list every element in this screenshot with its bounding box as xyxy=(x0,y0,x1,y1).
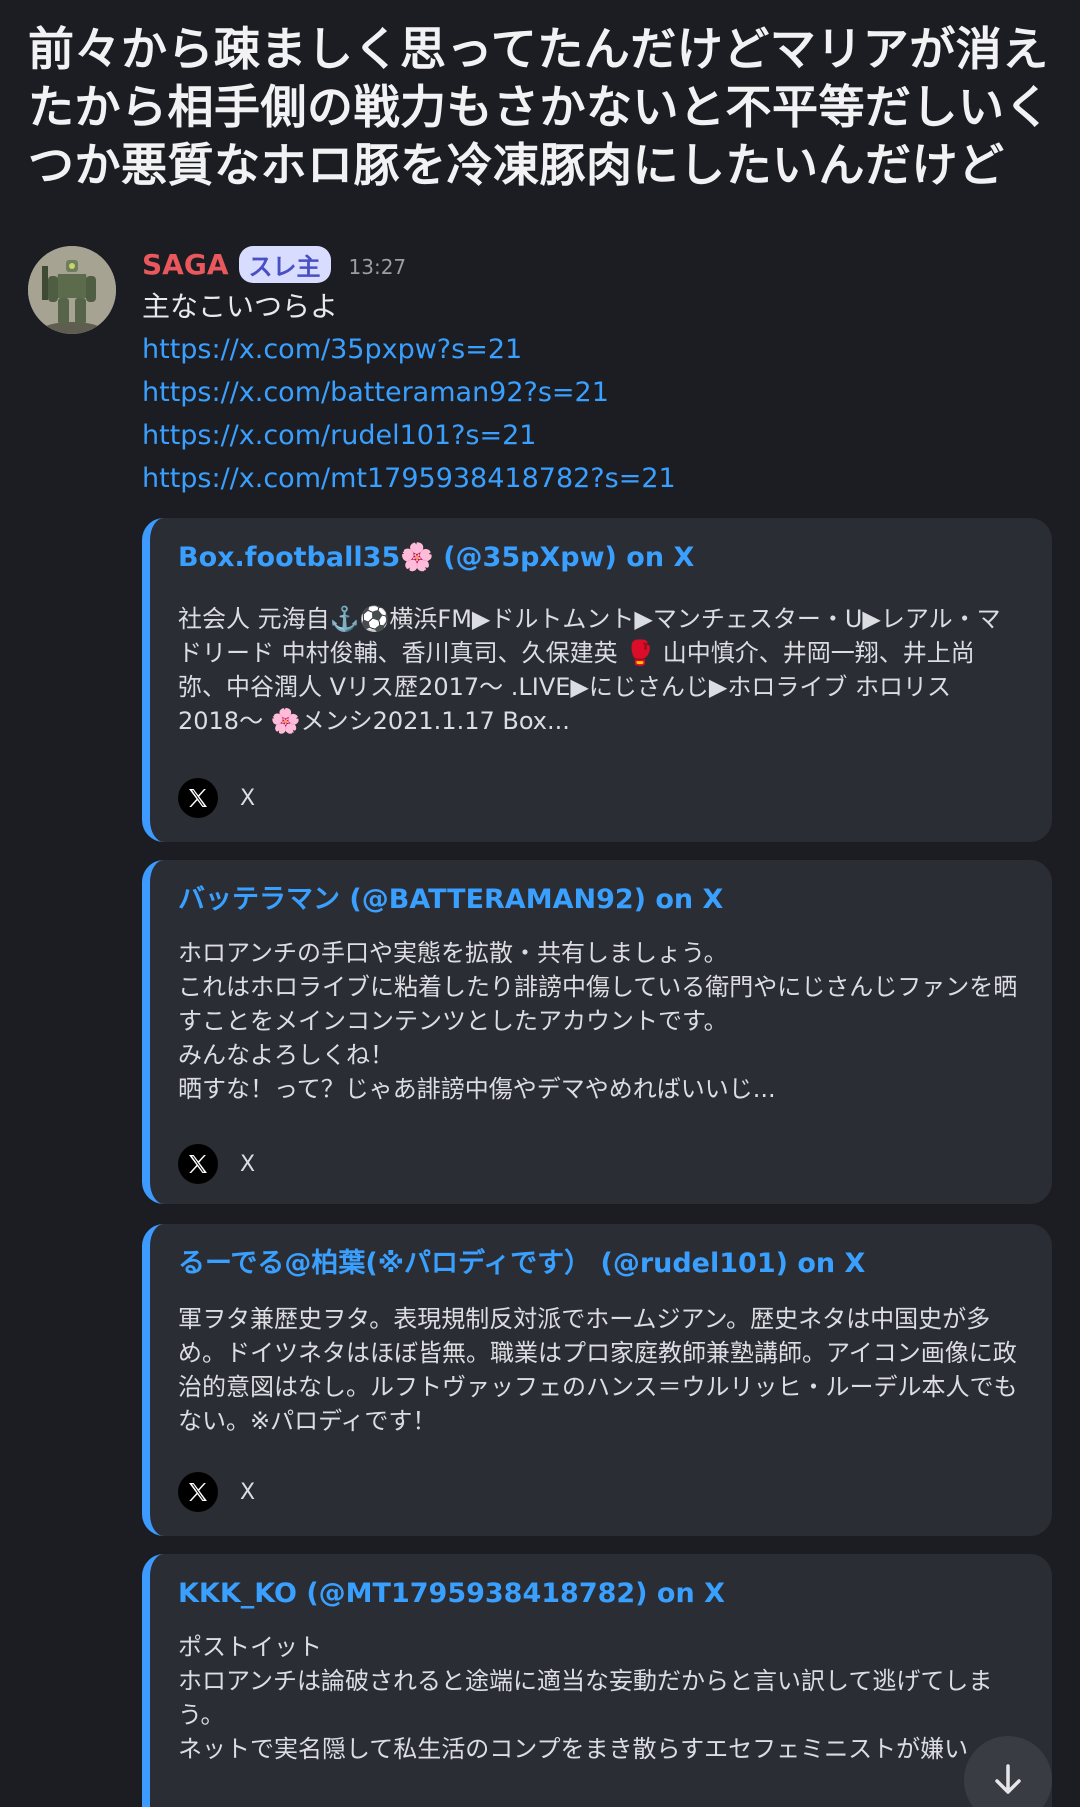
embed-card: Box.football35🌸 (@35pXpw) on X 社会人 元海自⚓️… xyxy=(142,518,1052,842)
embed-footer-label: X xyxy=(240,1151,256,1177)
embed-footer-label: X xyxy=(240,785,256,811)
embed-description: ホロアンチの手口や実態を拡散・共有しましょう。 これはホロライブに粘着したり誹謗… xyxy=(178,939,1018,1103)
embed-description: ポストイット ホロアンチは論破されると途端に適当な妄動だからと言い訳して逃げてし… xyxy=(178,1633,993,1763)
embed-footer: X xyxy=(178,778,255,818)
embed-card: バッテラマン (@BATTERAMAN92) on X ホロアンチの手口や実態を… xyxy=(142,860,1052,1204)
link-35pxpw[interactable]: https://x.com/35pxpw?s=21 xyxy=(142,328,1058,371)
embed-title[interactable]: KKK_KO (@MT1795938418782) on X xyxy=(178,1574,725,1614)
thread-page: 前々から疎ましく思ってたんだけどマリアが消えたから相手側の戦力もさかないと不平等… xyxy=(0,0,1080,1807)
robot-figure-avatar-icon xyxy=(28,246,116,334)
link-batteraman92[interactable]: https://x.com/batteraman92?s=21 xyxy=(142,371,1058,414)
timestamp: 13:27 xyxy=(348,255,407,279)
link-mt1795938418782[interactable]: https://x.com/mt1795938418782?s=21 xyxy=(142,457,1058,500)
username[interactable]: SAGA xyxy=(142,248,229,281)
op-badge: スレ主 xyxy=(238,245,331,283)
embed-description: 社会人 元海自⚓️⚽️横浜FM▶ドルトムント▶マンチェスター・U▶レアル・マドリ… xyxy=(178,605,1001,735)
message-body: SAGA スレ主 13:27 主なこいつらよ https://x.com/35p… xyxy=(142,244,1058,500)
x-logo-icon xyxy=(178,1144,218,1184)
message-header: SAGA スレ主 13:27 xyxy=(142,244,1058,284)
link-rudel101[interactable]: https://x.com/rudel101?s=21 xyxy=(142,414,1058,457)
embed-footer: X xyxy=(178,1472,255,1512)
message-text: 主なこいつらよ xyxy=(142,290,339,323)
x-logo-icon xyxy=(178,1472,218,1512)
embed-card: るーでる@柏葉(※パロディです） (@rudel101) on X 軍ヲタ兼歴史… xyxy=(142,1224,1052,1536)
embed-card: KKK_KO (@MT1795938418782) on X ポストイット ホロ… xyxy=(142,1554,1052,1807)
embed-description: 軍ヲタ兼歴史ヲタ。表現規制反対派でホームジアン。歴史ネタは中国史が多め。ドイツネ… xyxy=(178,1305,1018,1435)
x-logo-icon xyxy=(178,778,218,818)
embed-title[interactable]: バッテラマン (@BATTERAMAN92) on X xyxy=(178,880,723,920)
user-avatar[interactable] xyxy=(28,246,116,334)
embed-title[interactable]: るーでる@柏葉(※パロディです） (@rudel101) on X xyxy=(178,1244,865,1284)
embed-title[interactable]: Box.football35🌸 (@35pXpw) on X xyxy=(178,538,694,578)
embed-footer-label: X xyxy=(240,1479,256,1505)
embed-footer: X xyxy=(178,1144,255,1184)
link-list: https://x.com/35pxpw?s=21 https://x.com/… xyxy=(142,328,1058,500)
arrow-down-icon xyxy=(995,1764,1021,1794)
thread-title: 前々から疎ましく思ってたんだけどマリアが消えたから相手側の戦力もさかないと不平等… xyxy=(28,22,1051,192)
